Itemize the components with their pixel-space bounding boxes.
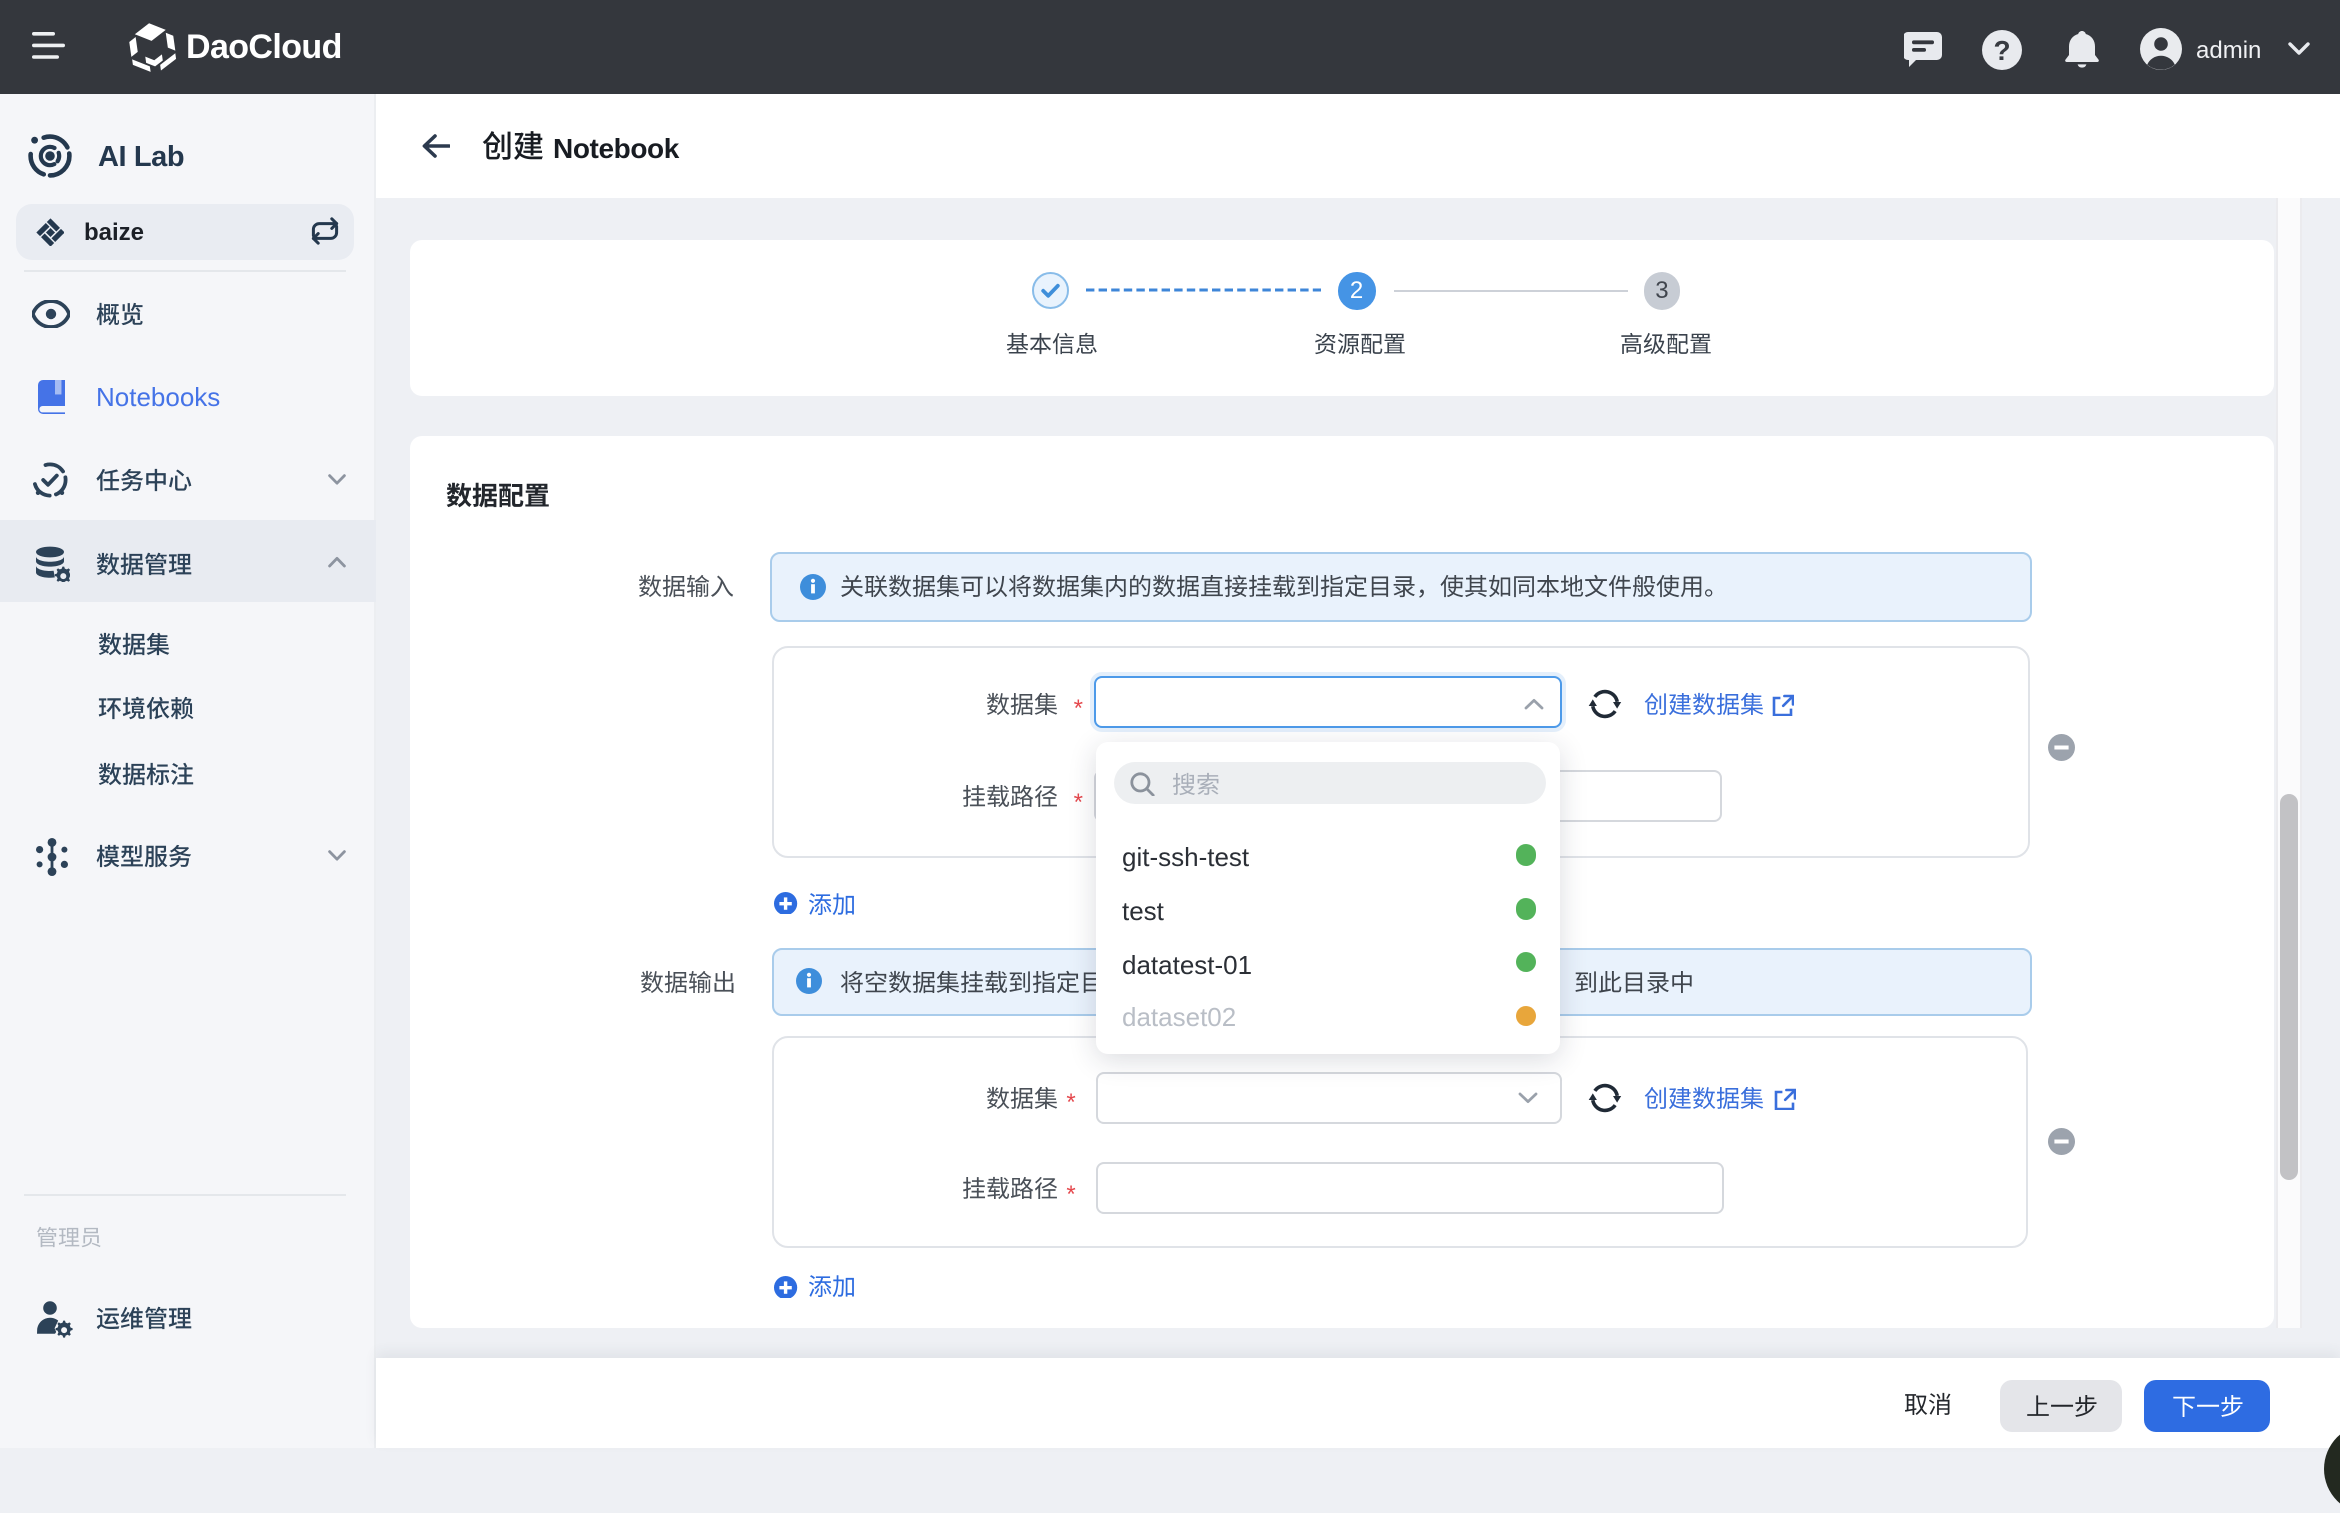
svg-text:?: ? [1992,35,2009,66]
